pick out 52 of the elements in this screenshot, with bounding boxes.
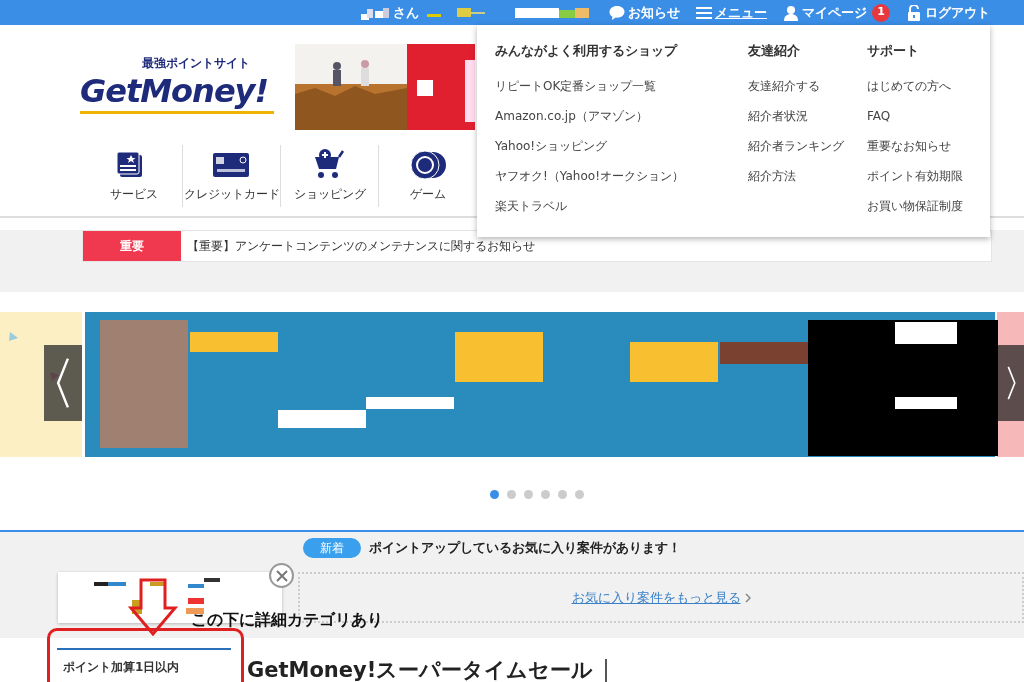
- notice-link[interactable]: 【重要】アンケートコンテンツのメンテナンスに関するお知らせ: [181, 231, 535, 261]
- menu-link[interactable]: 重要なお知らせ: [867, 138, 963, 153]
- section-title: GetMoney!スーパータイムセール: [247, 658, 608, 682]
- menu-link[interactable]: はじめての方へ: [867, 78, 963, 93]
- menu-link[interactable]: Amazon.co.jp（アマゾン）: [495, 108, 748, 123]
- menu-link[interactable]: 紹介者状況: [748, 108, 867, 123]
- menu-link[interactable]: リピートOK定番ショップ一覧: [495, 78, 748, 93]
- notice-label: 重要: [83, 231, 181, 261]
- category-link[interactable]: ショッピング: [281, 145, 379, 207]
- redaction-drawing: [361, 5, 389, 20]
- carousel-dot[interactable]: [541, 490, 550, 499]
- user-suffix: さん: [393, 3, 419, 22]
- speech-bubble-icon: [609, 4, 625, 21]
- annotation-text: この下に詳細カテゴリあり: [191, 609, 383, 631]
- new-badge: 新着: [303, 538, 361, 558]
- menu-link[interactable]: 紹介者ランキング: [748, 138, 867, 153]
- carousel-dot[interactable]: [490, 490, 499, 499]
- close-button[interactable]: [269, 563, 294, 588]
- menu-heading: みんながよく利用するショップ: [495, 42, 679, 60]
- category-link[interactable]: サービス: [85, 145, 183, 207]
- menu-link[interactable]: ヤフオク!（Yahoo!オークション）: [495, 168, 748, 183]
- category-link[interactable]: クレジットカード: [183, 145, 281, 207]
- coin-icon: [409, 149, 447, 179]
- menu-link[interactable]: FAQ: [867, 108, 963, 123]
- carousel-dot[interactable]: [524, 490, 533, 499]
- previous-button[interactable]: [44, 345, 82, 421]
- category-link[interactable]: ゲーム: [379, 145, 477, 207]
- menu-icon: [696, 4, 712, 21]
- menu-link[interactable]: お買い物保証制度: [867, 198, 963, 213]
- menu-link[interactable]: 紹介方法: [748, 168, 867, 183]
- menu-link[interactable]: Yahoo!ショッピング: [495, 138, 748, 153]
- menu-link[interactable]: 友達紹介する: [748, 78, 867, 93]
- carousel-dot[interactable]: [558, 490, 567, 499]
- next-button[interactable]: [998, 345, 1024, 421]
- carousel-dot[interactable]: [507, 490, 516, 499]
- top-nav-link[interactable]: マイページ 1: [783, 2, 890, 23]
- logo-tagline: 最強ポイントサイト: [141, 57, 250, 69]
- chevron-right-icon: [744, 592, 751, 603]
- person-icon: [783, 4, 799, 21]
- menu-link[interactable]: ポイント有効期限: [867, 168, 963, 183]
- annotation-arrow: [128, 578, 178, 636]
- category-heading: ポイント加算1日以内: [57, 648, 231, 682]
- logo: GetMoney!: [80, 71, 275, 114]
- carousel-dot[interactable]: [575, 490, 584, 499]
- more-favorites-link[interactable]: お気に入り案件をもっと見る: [571, 587, 741, 608]
- padlock-icon: [906, 4, 922, 21]
- menu-heading: 友達紹介: [748, 42, 801, 60]
- menu-heading: サポート: [867, 42, 920, 60]
- menu-link[interactable]: 楽天トラベル: [495, 198, 748, 213]
- close-icon: [275, 569, 288, 582]
- favorites-message: ポイントアップしているお気に入り案件があります！: [369, 539, 681, 558]
- notification-badge: 1: [872, 3, 890, 22]
